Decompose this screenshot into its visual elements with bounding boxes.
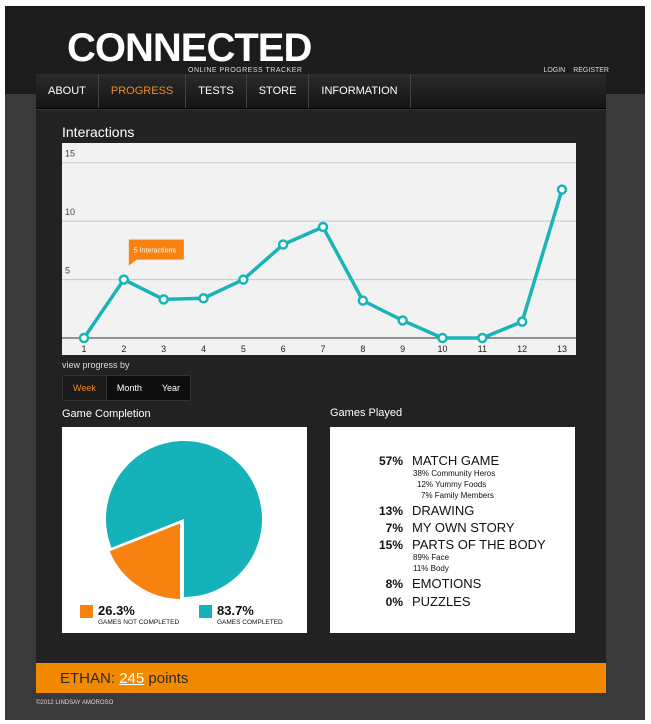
data-point [397,315,408,326]
view-month-button[interactable]: Month [107,376,152,400]
series-line [82,189,564,340]
account-links: LOGIN REGISTER [537,67,609,74]
y-tick-label: 15 [65,149,75,159]
nav-progress[interactable]: PROGRESS [99,74,187,108]
game-sub: 11% Body [413,564,449,573]
x-tick-label: 7 [320,344,325,354]
game-sub: 38% Community Heros [413,469,496,478]
x-tick-label: 11 [478,344,487,354]
x-tick-label: 5 [241,344,246,354]
not-completed-pct: 26.3% [98,603,135,618]
x-tick-label: 1 [81,344,86,354]
login-link[interactable]: LOGIN [543,67,565,74]
x-tick-label: 4 [201,344,206,354]
game-name: MY OWN STORY [412,520,515,535]
data-point [477,332,488,344]
x-tick-label: 2 [121,344,126,354]
game-name: MATCH GAME [412,453,500,468]
x-tick-label: 6 [281,344,286,354]
game-name: PUZZLES [412,594,471,609]
data-point [238,274,249,285]
x-tick-label: 8 [360,344,365,354]
game-pct: 57% [378,454,403,468]
data-point [516,316,528,327]
x-tick-label: 10 [437,344,447,354]
points-label: points [148,670,189,687]
register-link[interactable]: REGISTER [573,67,609,74]
copyright: ©2012 LINDSAY AMOROSO [36,700,114,706]
x-tick-label: 3 [161,344,166,354]
legend-swatch-teal [199,605,212,618]
game-pct: 0% [385,595,403,609]
game-name: DRAWING [412,503,475,518]
completed-pct: 83.7% [217,603,254,618]
points-bar: ETHAN: 245 points [36,663,606,693]
x-tick-label: 13 [557,344,567,354]
data-point [357,295,369,306]
game-completion-title: Game Completion [62,408,151,420]
game-sub: 89% Face [413,553,450,562]
tagline: ONLINE PROGRESS TRACKER [188,67,303,74]
game-pct: 7% [385,521,403,535]
game-name: EMOTIONS [412,576,482,591]
data-point [437,332,448,344]
interactions-line-chart: 510151 2 3 4 5 6 7 8 9 10 11 12 135 Interactions [62,149,576,354]
user-name: ETHAN: [60,670,116,687]
games-played-card: 57% MATCH GAME 38% Community Heros 12% Y… [330,427,575,633]
interactions-chart: 5 10 15 1 2 3 4 5 6 7 8 9 10 11 12 13 5 Interactions [62,143,576,355]
data-point [556,184,568,195]
view-week-button[interactable]: Week [63,376,107,400]
y-tick-label: 10 [65,207,75,217]
y-tick-label: 5 [65,266,70,276]
data-point [158,294,169,305]
data-point [78,332,90,344]
points-text: ETHAN: 245 points [60,670,188,687]
game-sub: 12% Yummy Foods [417,480,487,489]
game-completion-card: 26.3% GAMES NOT COMPLETED 83.7% GAMES CO… [62,427,307,633]
legend-swatch-orange [80,605,93,618]
nav-about[interactable]: ABOUT [36,74,99,108]
nav-store[interactable]: STORE [247,74,310,108]
completion-pie-chart [106,441,262,602]
interactions-title: Interactions [62,124,135,140]
nav-tests[interactable]: TESTS [186,74,247,108]
completed-label: GAMES COMPLETED [217,619,283,626]
game-pct: 15% [378,538,403,552]
game-pct: 8% [385,577,403,591]
game-sub: 7% Family Members [421,491,494,500]
games-played-title: Games Played [330,407,403,419]
game-pct: 13% [378,504,403,518]
data-point [198,293,209,304]
data-point [118,274,130,285]
tooltip-text: 5 Interactions [134,248,177,255]
tooltip: 5 Interactions [128,239,184,266]
game-name: PARTS OF THE BODY [412,537,546,552]
view-toggle: Week Month Year [62,375,192,401]
progress-panel: Interactions 5 10 15 1 2 3 4 5 6 7 8 9 10 11 12 13 5 Int… [36,110,606,663]
data-point [277,239,289,250]
points-value[interactable]: 245 [119,670,144,687]
x-tick-label: 9 [400,344,405,354]
data-point [317,221,329,233]
not-completed-label: GAMES NOT COMPLETED [98,619,180,626]
x-tick-label: 12 [517,344,527,354]
main-nav: ABOUT PROGRESS TESTS STORE INFORMATION [36,74,606,109]
logo[interactable]: CONNECTED [67,28,312,68]
nav-information[interactable]: INFORMATION [309,74,411,108]
view-year-button[interactable]: Year [152,376,190,400]
view-progress-label: view progress by [62,360,130,370]
